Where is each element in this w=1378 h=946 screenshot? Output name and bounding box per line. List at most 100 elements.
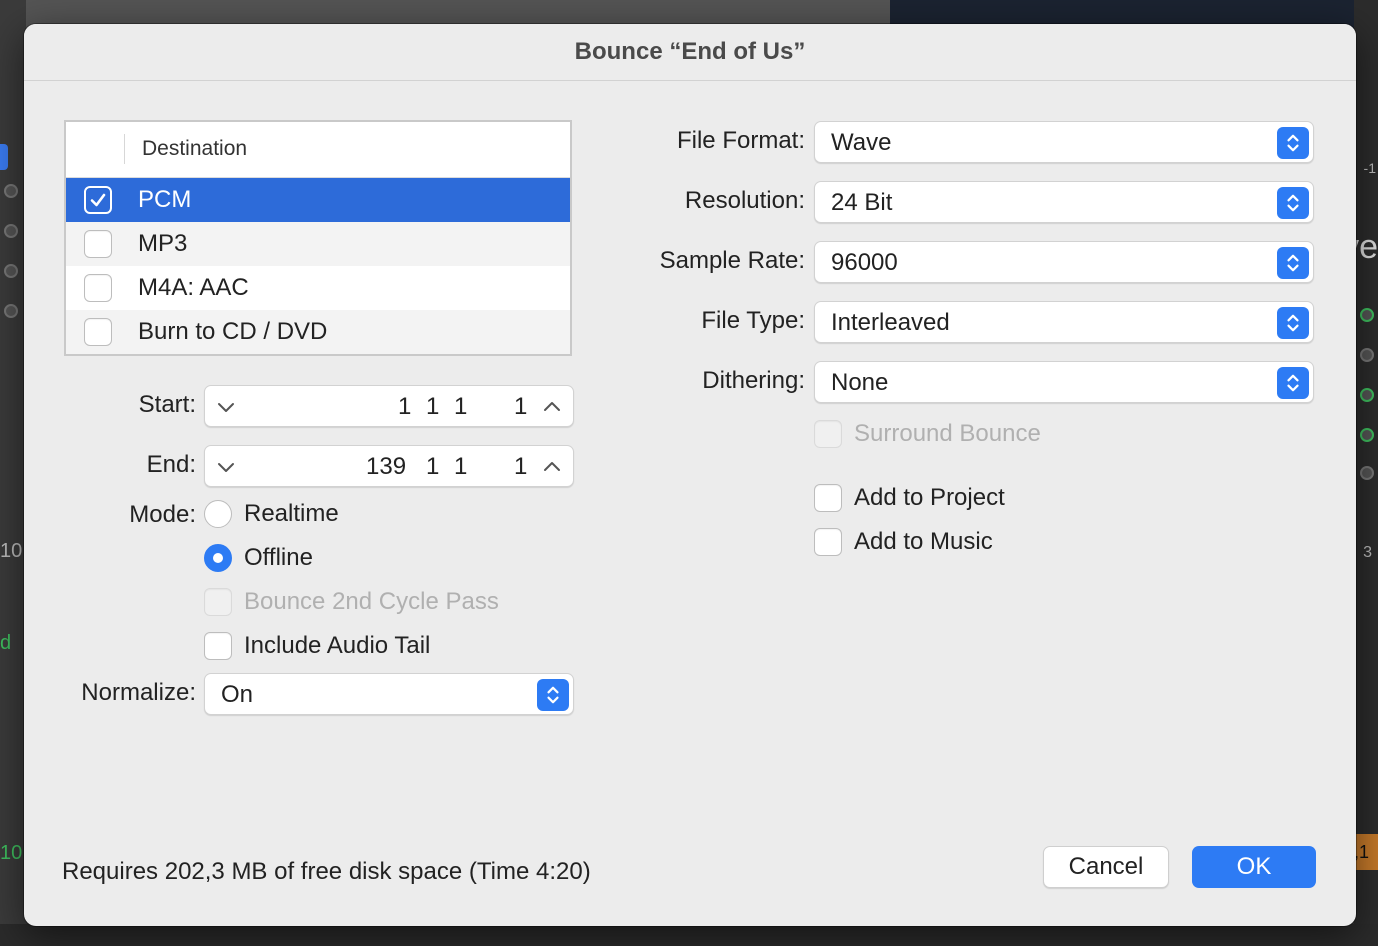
mode-label: Mode:	[129, 501, 196, 528]
pcm-checkbox[interactable]	[84, 186, 112, 214]
background-ruler	[0, 924, 1378, 946]
sample-rate-label: Sample Rate:	[659, 247, 805, 274]
start-beat: 1	[426, 393, 440, 420]
include-audio-tail-option[interactable]: Include Audio Tail	[204, 632, 430, 660]
mp3-checkbox[interactable]	[84, 230, 112, 258]
start-bar: 1	[398, 393, 412, 420]
checkmark-icon	[90, 193, 106, 207]
destination-header-label: Destination	[142, 137, 248, 160]
background-knob-icon	[1360, 428, 1374, 442]
updown-arrows-icon	[537, 679, 569, 711]
file-type-value: Interleaved	[831, 309, 950, 336]
chevron-down-icon	[218, 463, 234, 472]
chevron-up-icon	[544, 462, 560, 471]
destination-row-m4a[interactable]: M4A: AAC	[66, 266, 570, 310]
chevron-up-icon	[544, 402, 560, 411]
destination-row-burn[interactable]: Burn to CD / DVD	[66, 310, 570, 354]
offline-option[interactable]: Offline	[204, 544, 313, 572]
start-label: Start:	[138, 391, 196, 418]
start-division: 1	[454, 393, 468, 420]
updown-arrows-icon	[1277, 127, 1309, 159]
sample-rate-value: 96000	[831, 249, 898, 276]
add-to-project-label: Add to Project	[854, 484, 1005, 511]
include-audio-tail-checkbox[interactable]	[204, 632, 232, 660]
destination-header: Destination	[66, 122, 570, 178]
start-position-field[interactable]: 1 1 1 1	[204, 385, 574, 427]
file-format-label: File Format:	[676, 127, 805, 154]
background-left-panel	[0, 0, 26, 946]
resolution-popup[interactable]: 24 Bit	[814, 181, 1314, 223]
surround-bounce-label: Surround Bounce	[854, 420, 1041, 447]
m4a-checkbox[interactable]	[84, 274, 112, 302]
normalize-popup[interactable]: On	[204, 673, 574, 715]
background-knob-icon	[4, 184, 18, 198]
file-type-label: File Type:	[701, 307, 805, 334]
background-knob-icon	[4, 224, 18, 238]
background-text: 10	[0, 540, 23, 562]
background-blue-tab	[0, 144, 8, 170]
dithering-label: Dithering:	[702, 367, 805, 394]
file-type-popup[interactable]: Interleaved	[814, 301, 1314, 343]
end-tick: 1	[514, 453, 528, 480]
bounce-dialog: Bounce “End of Us” Destination PCM MP3 M…	[24, 24, 1356, 926]
add-to-music-checkbox[interactable]	[814, 528, 842, 556]
background-text: 3	[1363, 544, 1372, 561]
end-label: End:	[146, 451, 196, 478]
background-knob-icon	[4, 264, 18, 278]
bounce-2nd-cycle-label: Bounce 2nd Cycle Pass	[244, 588, 499, 615]
sample-rate-popup[interactable]: 96000	[814, 241, 1314, 283]
end-bar: 139	[366, 453, 407, 480]
file-format-value: Wave	[831, 129, 892, 156]
destination-label: Burn to CD / DVD	[138, 318, 328, 345]
background-text: d	[0, 632, 12, 654]
dithering-value: None	[831, 369, 889, 396]
end-division: 1	[454, 453, 468, 480]
start-tick: 1	[514, 393, 528, 420]
cancel-button[interactable]: Cancel	[1043, 846, 1169, 888]
updown-arrows-icon	[1277, 187, 1309, 219]
background-knob-icon	[1360, 348, 1374, 362]
bounce-2nd-cycle-checkbox	[204, 588, 232, 616]
updown-arrows-icon	[1277, 307, 1309, 339]
realtime-radio[interactable]	[204, 500, 232, 528]
normalize-value: On	[221, 681, 254, 708]
destination-row-mp3[interactable]: MP3	[66, 222, 570, 266]
resolution-label: Resolution:	[684, 187, 805, 214]
background-knob-icon	[1360, 308, 1374, 322]
background-badge: ,1	[1354, 834, 1378, 870]
background-text: -1	[1363, 160, 1376, 176]
destination-table: Destination PCM MP3 M4A: AAC Burn to CD …	[64, 120, 572, 356]
realtime-option[interactable]: Realtime	[204, 500, 339, 528]
surround-bounce-checkbox	[814, 420, 842, 448]
file-format-popup[interactable]: Wave	[814, 121, 1314, 163]
updown-arrows-icon	[1277, 367, 1309, 399]
dialog-titlebar: Bounce “End of Us”	[24, 24, 1356, 81]
end-position-field[interactable]: 139 1 1 1	[204, 445, 574, 487]
background-knob-icon	[1360, 388, 1374, 402]
dithering-popup[interactable]: None	[814, 361, 1314, 403]
realtime-label: Realtime	[244, 500, 339, 527]
normalize-label: Normalize:	[81, 679, 196, 706]
include-audio-tail-label: Include Audio Tail	[244, 632, 431, 659]
destination-label: M4A: AAC	[138, 274, 249, 301]
dialog-title: Bounce “End of Us”	[574, 38, 806, 65]
resolution-value: 24 Bit	[831, 189, 893, 216]
end-beat: 1	[426, 453, 440, 480]
add-to-project-option[interactable]: Add to Project	[814, 484, 1005, 512]
destination-row-pcm[interactable]: PCM	[66, 178, 570, 222]
burn-checkbox[interactable]	[84, 318, 112, 346]
destination-label: PCM	[138, 186, 192, 213]
offline-radio[interactable]	[204, 544, 232, 572]
background-knob-icon	[1360, 466, 1374, 480]
add-to-music-label: Add to Music	[854, 528, 993, 555]
offline-label: Offline	[244, 544, 313, 571]
chevron-down-icon	[218, 403, 234, 412]
ok-button[interactable]: OK	[1192, 846, 1316, 888]
column-separator	[124, 134, 125, 164]
updown-arrows-icon	[1277, 247, 1309, 279]
background-knob-icon	[4, 304, 18, 318]
destination-label: MP3	[138, 230, 188, 257]
add-to-project-checkbox[interactable]	[814, 484, 842, 512]
add-to-music-option[interactable]: Add to Music	[814, 528, 993, 556]
surround-bounce-option: Surround Bounce	[814, 420, 1041, 448]
